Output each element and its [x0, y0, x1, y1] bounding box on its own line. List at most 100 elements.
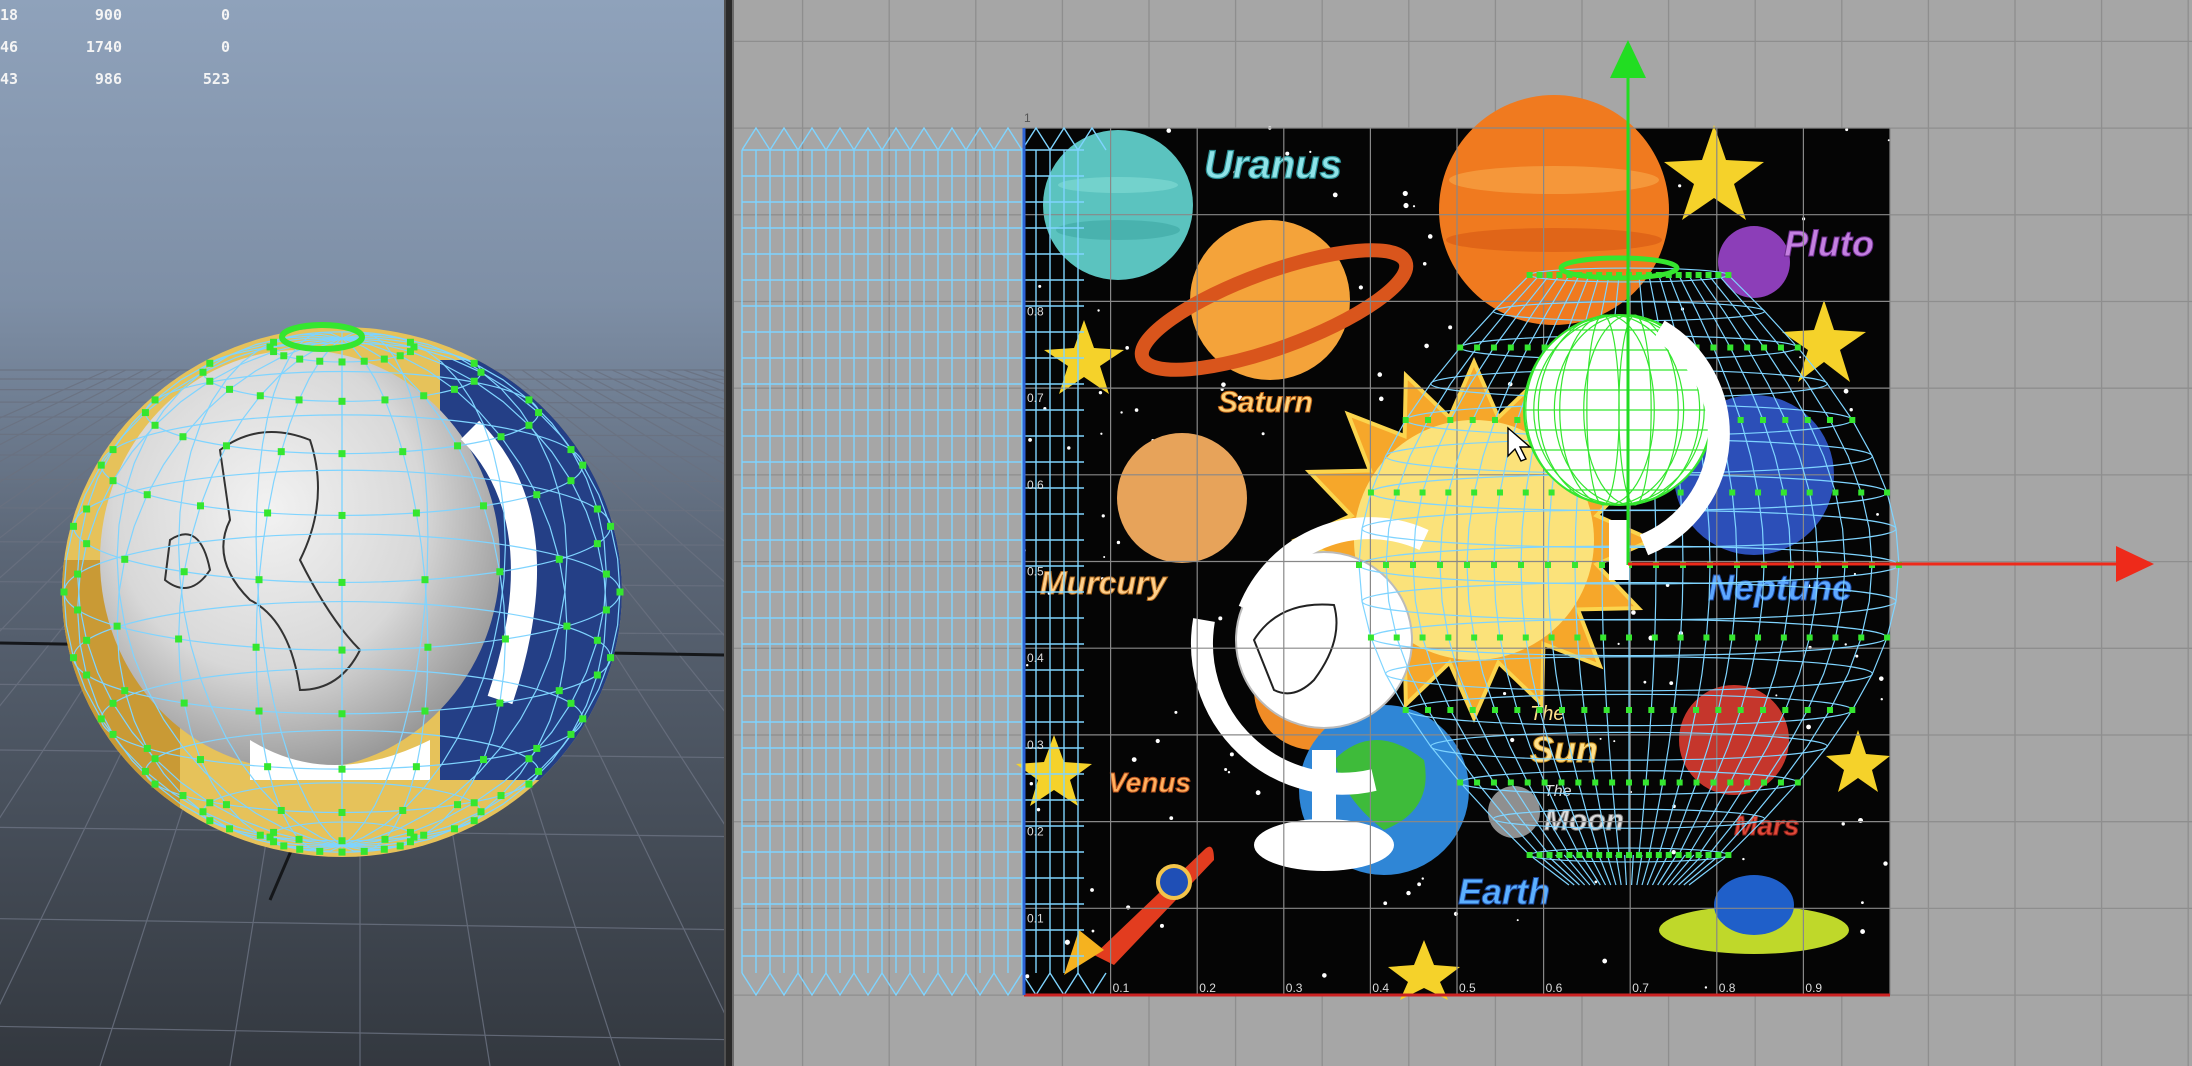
vertex-point[interactable]	[533, 744, 541, 752]
vertex-point[interactable]	[179, 792, 187, 800]
uv-vertex[interactable]	[1526, 852, 1533, 858]
vertex-point[interactable]	[113, 622, 121, 630]
vertex-point[interactable]	[579, 715, 587, 723]
uv-vertex[interactable]	[1419, 489, 1426, 496]
uv-vertex[interactable]	[1575, 779, 1582, 786]
uv-vertex[interactable]	[1727, 344, 1734, 351]
uv-vertex[interactable]	[1659, 779, 1666, 786]
vertex-point[interactable]	[199, 368, 207, 376]
uv-vertex[interactable]	[1804, 707, 1811, 713]
uv-vertex[interactable]	[1710, 344, 1717, 351]
uv-vertex[interactable]	[1737, 417, 1744, 423]
vertex-point[interactable]	[264, 509, 272, 517]
vertex-point[interactable]	[496, 568, 504, 576]
uv-vertex[interactable]	[1599, 562, 1605, 568]
vertex-point[interactable]	[121, 687, 129, 695]
vertex-point[interactable]	[296, 355, 304, 363]
uv-vertex[interactable]	[1806, 634, 1813, 641]
uv-vertex[interactable]	[1737, 707, 1744, 713]
uv-vertex[interactable]	[1635, 852, 1642, 858]
uv-vertex[interactable]	[1545, 562, 1551, 568]
vertex-point[interactable]	[607, 654, 615, 662]
vertex-point[interactable]	[525, 396, 533, 404]
vertex-point[interactable]	[338, 511, 346, 519]
manip-x-arrow[interactable]	[2116, 546, 2154, 582]
uv-vertex[interactable]	[1725, 272, 1732, 278]
uv-vertex[interactable]	[1496, 489, 1503, 496]
uv-vertex[interactable]	[1710, 779, 1717, 786]
uv-vertex[interactable]	[1536, 272, 1543, 278]
vertex-point[interactable]	[338, 765, 346, 773]
uv-vertex[interactable]	[1445, 634, 1452, 641]
uv-vertex[interactable]	[1507, 344, 1514, 351]
vertex-point[interactable]	[381, 396, 389, 404]
uv-vertex[interactable]	[1514, 417, 1521, 423]
vertex-point[interactable]	[380, 845, 388, 853]
vertex-point[interactable]	[151, 421, 159, 429]
uv-vertex[interactable]	[1670, 707, 1677, 713]
vertex-point[interactable]	[196, 756, 204, 764]
vertex-point[interactable]	[477, 808, 485, 816]
uv-vertex[interactable]	[1457, 779, 1464, 786]
vertex-point[interactable]	[109, 699, 117, 707]
vertex-point[interactable]	[179, 433, 187, 441]
vertex-point[interactable]	[535, 409, 543, 417]
uv-vertex[interactable]	[1729, 489, 1736, 496]
vertex-point[interactable]	[535, 767, 543, 775]
uv-vertex[interactable]	[1471, 634, 1478, 641]
vertex-point[interactable]	[454, 442, 462, 450]
uv-vertex[interactable]	[1425, 707, 1432, 713]
vertex-point[interactable]	[141, 409, 149, 417]
vertex-point[interactable]	[151, 780, 159, 788]
vertex-point[interactable]	[497, 433, 505, 441]
uv-vertex[interactable]	[1777, 344, 1784, 351]
uv-vertex[interactable]	[1858, 489, 1865, 496]
vertex-point[interactable]	[83, 505, 91, 513]
vertex-point[interactable]	[83, 671, 91, 679]
uv-vertex[interactable]	[1665, 852, 1672, 858]
uv-vertex[interactable]	[1559, 707, 1566, 713]
uv-vertex[interactable]	[1522, 489, 1529, 496]
uv-vertex[interactable]	[1826, 707, 1833, 713]
panel-splitter[interactable]	[724, 0, 734, 1066]
vertex-point[interactable]	[380, 355, 388, 363]
vertex-point[interactable]	[338, 646, 346, 654]
uv-vertex[interactable]	[1626, 852, 1632, 858]
uv-vertex[interactable]	[1777, 779, 1784, 786]
uv-vertex[interactable]	[1609, 779, 1616, 786]
uv-vertex[interactable]	[1761, 779, 1768, 786]
vertex-point[interactable]	[593, 505, 601, 513]
vertex-point[interactable]	[256, 831, 264, 839]
vertex-point[interactable]	[338, 397, 346, 405]
uv-vertex[interactable]	[1744, 344, 1751, 351]
uv-vertex[interactable]	[1425, 417, 1432, 423]
vertex-point[interactable]	[497, 792, 505, 800]
vertex-point[interactable]	[412, 763, 420, 771]
vertex-point[interactable]	[593, 636, 601, 644]
vertex-point[interactable]	[555, 555, 563, 563]
vertex-point[interactable]	[226, 385, 234, 393]
vertex-point[interactable]	[477, 368, 485, 376]
uv-vertex[interactable]	[1849, 707, 1856, 713]
uv-vertex[interactable]	[1469, 707, 1476, 713]
vertex-point[interactable]	[255, 707, 263, 715]
uv-vertex[interactable]	[1457, 344, 1464, 351]
uv-vertex[interactable]	[1447, 417, 1454, 423]
uv-vertex[interactable]	[1556, 272, 1563, 278]
uv-vertex[interactable]	[1645, 852, 1652, 858]
uv-vertex[interactable]	[1526, 272, 1533, 278]
uv-vertex[interactable]	[1393, 489, 1400, 496]
uv-vertex[interactable]	[1761, 344, 1768, 351]
uv-vertex[interactable]	[1858, 634, 1865, 641]
uv-vertex[interactable]	[1492, 707, 1499, 713]
uv-vertex[interactable]	[1759, 417, 1766, 423]
vertex-point[interactable]	[496, 699, 504, 707]
uv-vertex[interactable]	[1514, 707, 1521, 713]
uv-editor[interactable]: Uranus Saturn Pluto Neptune Murcury Venu…	[734, 0, 2192, 1066]
uv-vertex[interactable]	[1606, 852, 1613, 858]
uv-vertex[interactable]	[1474, 344, 1481, 351]
uv-vertex[interactable]	[1393, 634, 1400, 641]
uv-vertex[interactable]	[1677, 634, 1684, 641]
uv-vertex[interactable]	[1626, 634, 1632, 641]
uv-vertex[interactable]	[1491, 562, 1497, 568]
